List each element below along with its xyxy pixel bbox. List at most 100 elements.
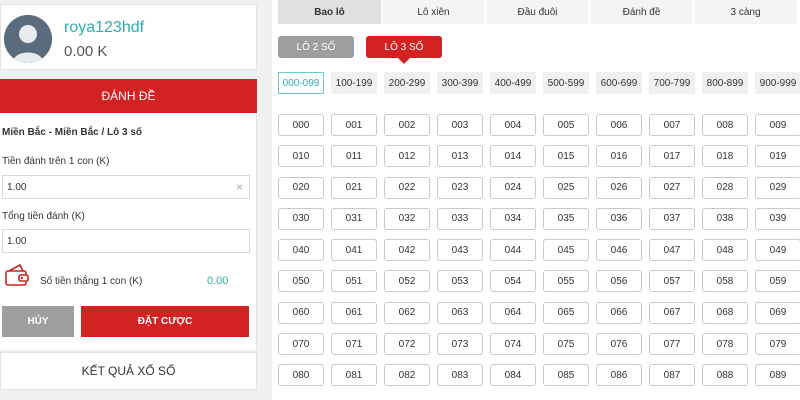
number-cell[interactable]: 036 xyxy=(596,207,642,230)
number-cell[interactable]: 042 xyxy=(384,239,430,262)
number-cell[interactable]: 021 xyxy=(331,176,377,199)
number-cell[interactable]: 089 xyxy=(755,364,800,387)
number-cell[interactable]: 071 xyxy=(331,333,377,356)
number-cell[interactable]: 061 xyxy=(331,301,377,324)
number-cell[interactable]: 038 xyxy=(702,207,748,230)
number-cell[interactable]: 002 xyxy=(384,114,430,136)
number-cell[interactable]: 083 xyxy=(437,364,483,387)
number-cell[interactable]: 081 xyxy=(331,364,377,387)
number-cell[interactable]: 000 xyxy=(278,114,324,136)
range-button[interactable]: 000-099 xyxy=(278,72,324,94)
number-cell[interactable]: 020 xyxy=(278,176,324,199)
number-cell[interactable]: 073 xyxy=(437,333,483,356)
number-cell[interactable]: 031 xyxy=(331,207,377,230)
lottery-results-button[interactable]: KẾT QUẢ XỔ SỐ xyxy=(0,352,257,390)
number-cell[interactable]: 069 xyxy=(755,301,800,324)
number-cell[interactable]: 028 xyxy=(702,176,748,199)
number-cell[interactable]: 047 xyxy=(649,239,695,262)
number-cell[interactable]: 001 xyxy=(331,114,377,136)
number-cell[interactable]: 044 xyxy=(490,239,536,262)
tab-lo-xien[interactable]: Lô xiên xyxy=(382,0,486,24)
clear-icon[interactable]: × xyxy=(236,180,243,194)
number-cell[interactable]: 088 xyxy=(702,364,748,387)
number-cell[interactable]: 078 xyxy=(702,333,748,356)
number-cell[interactable]: 019 xyxy=(755,145,800,168)
tab-dau-duoi[interactable]: Đầu đuôi xyxy=(486,0,590,24)
place-bet-button[interactable]: ĐẶT CƯỢC xyxy=(81,306,249,337)
number-cell[interactable]: 045 xyxy=(543,239,589,262)
range-button[interactable]: 300-399 xyxy=(437,72,483,94)
number-cell[interactable]: 052 xyxy=(384,270,430,293)
number-cell[interactable]: 003 xyxy=(437,114,483,136)
number-cell[interactable]: 084 xyxy=(490,364,536,387)
number-cell[interactable]: 008 xyxy=(702,114,748,136)
number-cell[interactable]: 082 xyxy=(384,364,430,387)
tab-bao-lo[interactable]: Bao lô xyxy=(278,0,382,24)
tab-danh-de[interactable]: Đánh đề xyxy=(590,0,694,24)
number-cell[interactable]: 058 xyxy=(702,270,748,293)
number-cell[interactable]: 014 xyxy=(490,145,536,168)
number-cell[interactable]: 027 xyxy=(649,176,695,199)
number-cell[interactable]: 059 xyxy=(755,270,800,293)
number-cell[interactable]: 035 xyxy=(543,207,589,230)
number-cell[interactable]: 022 xyxy=(384,176,430,199)
number-cell[interactable]: 023 xyxy=(437,176,483,199)
lo-2-so-button[interactable]: LÔ 2 SỐ xyxy=(278,36,354,58)
number-cell[interactable]: 050 xyxy=(278,270,324,293)
number-cell[interactable]: 009 xyxy=(755,114,800,136)
number-cell[interactable]: 012 xyxy=(384,145,430,168)
number-cell[interactable]: 029 xyxy=(755,176,800,199)
number-cell[interactable]: 018 xyxy=(702,145,748,168)
number-cell[interactable]: 030 xyxy=(278,207,324,230)
range-button[interactable]: 600-699 xyxy=(596,72,642,94)
number-cell[interactable]: 053 xyxy=(437,270,483,293)
number-cell[interactable]: 011 xyxy=(331,145,377,168)
total-input[interactable]: 1.00 xyxy=(2,229,250,253)
number-cell[interactable]: 067 xyxy=(649,301,695,324)
range-button[interactable]: 900-999 xyxy=(755,72,800,94)
number-cell[interactable]: 048 xyxy=(702,239,748,262)
number-cell[interactable]: 016 xyxy=(596,145,642,168)
number-cell[interactable]: 056 xyxy=(596,270,642,293)
range-button[interactable]: 200-299 xyxy=(384,72,430,94)
range-button[interactable]: 800-899 xyxy=(702,72,748,94)
number-cell[interactable]: 055 xyxy=(543,270,589,293)
danh-de-button[interactable]: ĐÁNH ĐỀ xyxy=(0,79,257,113)
number-cell[interactable]: 017 xyxy=(649,145,695,168)
cancel-button[interactable]: HỦY xyxy=(2,306,74,337)
number-cell[interactable]: 004 xyxy=(490,114,536,136)
number-cell[interactable]: 051 xyxy=(331,270,377,293)
number-cell[interactable]: 086 xyxy=(596,364,642,387)
number-cell[interactable]: 076 xyxy=(596,333,642,356)
number-cell[interactable]: 062 xyxy=(384,301,430,324)
number-cell[interactable]: 025 xyxy=(543,176,589,199)
number-cell[interactable]: 060 xyxy=(278,301,324,324)
number-cell[interactable]: 079 xyxy=(755,333,800,356)
number-cell[interactable]: 070 xyxy=(278,333,324,356)
number-cell[interactable]: 033 xyxy=(437,207,483,230)
lo-3-so-button[interactable]: LÔ 3 SỐ xyxy=(366,36,442,64)
number-cell[interactable]: 039 xyxy=(755,207,800,230)
number-cell[interactable]: 041 xyxy=(331,239,377,262)
number-cell[interactable]: 005 xyxy=(543,114,589,136)
range-button[interactable]: 100-199 xyxy=(331,72,377,94)
range-button[interactable]: 700-799 xyxy=(649,72,695,94)
number-cell[interactable]: 032 xyxy=(384,207,430,230)
number-cell[interactable]: 015 xyxy=(543,145,589,168)
number-cell[interactable]: 085 xyxy=(543,364,589,387)
number-cell[interactable]: 075 xyxy=(543,333,589,356)
number-cell[interactable]: 068 xyxy=(702,301,748,324)
stake-input[interactable]: 1.00 × xyxy=(2,175,250,199)
number-cell[interactable]: 054 xyxy=(490,270,536,293)
number-cell[interactable]: 043 xyxy=(437,239,483,262)
number-cell[interactable]: 037 xyxy=(649,207,695,230)
number-cell[interactable]: 007 xyxy=(649,114,695,136)
number-cell[interactable]: 072 xyxy=(384,333,430,356)
number-cell[interactable]: 034 xyxy=(490,207,536,230)
number-cell[interactable]: 077 xyxy=(649,333,695,356)
number-cell[interactable]: 064 xyxy=(490,301,536,324)
number-cell[interactable]: 057 xyxy=(649,270,695,293)
number-cell[interactable]: 026 xyxy=(596,176,642,199)
number-cell[interactable]: 063 xyxy=(437,301,483,324)
number-cell[interactable]: 066 xyxy=(596,301,642,324)
